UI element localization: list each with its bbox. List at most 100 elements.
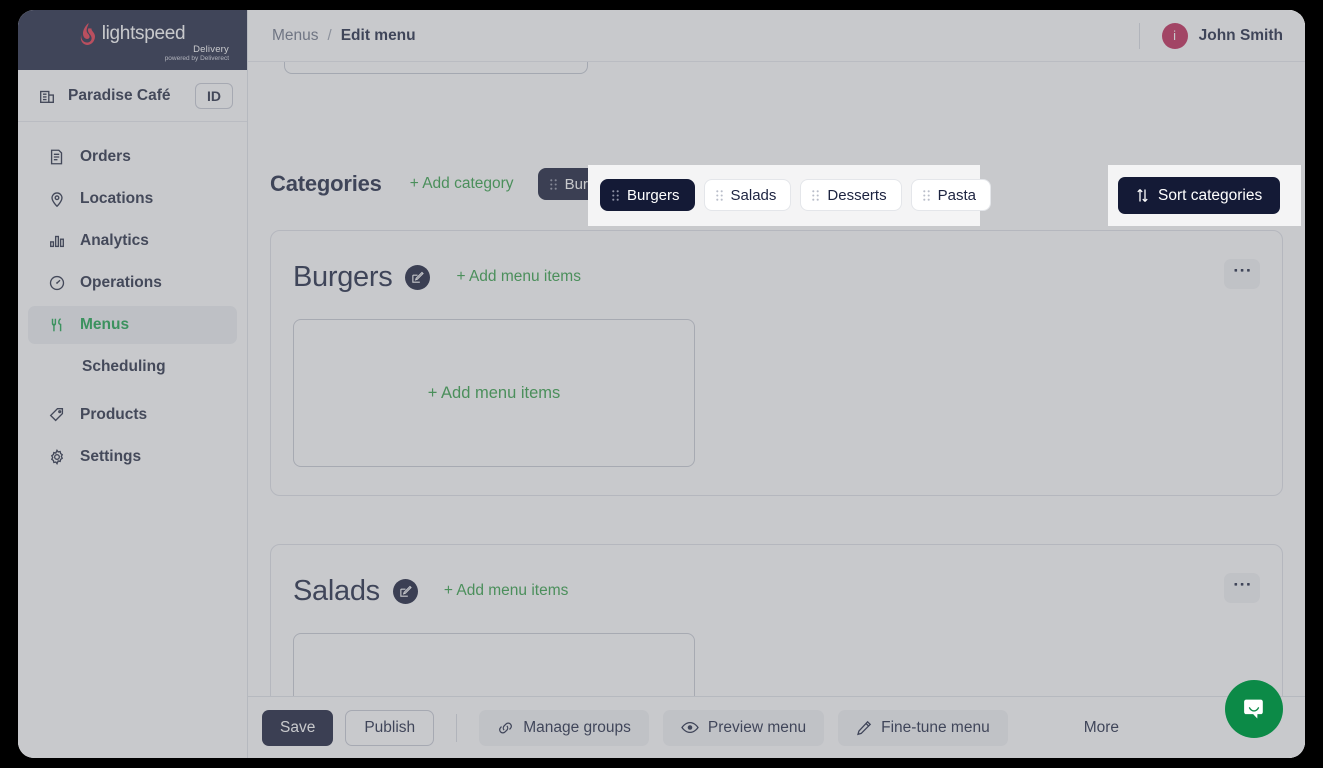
category-pill-salads-highlight[interactable]: Salads: [703, 179, 792, 211]
brand-tagline: powered by Deliverect: [164, 55, 229, 62]
edit-category-button[interactable]: [405, 264, 431, 290]
topbar-divider: [1138, 22, 1140, 49]
sidebar-item-locations[interactable]: Locations: [28, 180, 237, 218]
app-window: lightspeed Delivery powered by Deliverec…: [18, 10, 1305, 758]
ellipsis-icon: [1234, 583, 1250, 586]
category-pill-pasta-highlight[interactable]: Pasta: [910, 179, 991, 211]
category-pill-burgers-highlight[interactable]: Burgers: [600, 179, 695, 211]
breadcrumb-parent[interactable]: Menus: [272, 27, 319, 45]
sidebar-item-products[interactable]: Products: [28, 396, 237, 434]
chat-launcher-button[interactable]: [1225, 680, 1283, 738]
save-label: Save: [280, 718, 316, 736]
main-area: Menus / Edit menu i John Smith Categorie…: [248, 10, 1305, 758]
store-name: Paradise Café: [68, 86, 171, 104]
chat-bubble-icon: [1243, 699, 1263, 719]
bar-chart-icon: [50, 235, 64, 248]
drag-handle-icon[interactable]: [612, 189, 619, 201]
pencil-icon: [857, 720, 872, 735]
user-menu[interactable]: i John Smith: [1161, 22, 1283, 49]
sidebar-item-label: Analytics: [80, 232, 149, 249]
fine-tune-label: Fine-tune menu: [881, 718, 990, 736]
category-pill-desserts-highlight[interactable]: Desserts: [800, 179, 902, 211]
category-card-header: Burgers + Add menu items: [293, 257, 1260, 297]
add-category-button[interactable]: + Add category: [410, 175, 514, 193]
menu-items-dropzone[interactable]: + Add menu items: [293, 319, 695, 467]
category-pill-label: Desserts: [827, 186, 887, 204]
category-card-header: Salads + Add menu items: [293, 571, 1260, 611]
bottombar-divider: [456, 713, 458, 742]
category-pill-label: Burgers: [627, 186, 680, 204]
category-pill-label: Salads: [730, 186, 777, 204]
eye-icon: [681, 721, 699, 734]
drag-handle-icon[interactable]: [715, 189, 723, 201]
tag-icon: [49, 408, 64, 422]
sidebar-item-label: Settings: [80, 448, 142, 465]
save-button[interactable]: Save: [262, 709, 334, 746]
manage-groups-label: Manage groups: [523, 718, 631, 736]
sidebar-item-scheduling[interactable]: Scheduling: [28, 348, 237, 386]
scrolled-off-card: [284, 62, 588, 74]
sidebar-item-label: Products: [80, 406, 148, 423]
edit-pencil-icon: [400, 585, 412, 597]
drag-handle-icon[interactable]: [549, 178, 557, 190]
preview-menu-label: Preview menu: [707, 718, 807, 736]
sort-categories-label: Sort categories: [1158, 186, 1263, 204]
more-button[interactable]: More: [1066, 710, 1137, 746]
category-card-burgers: Burgers + Add menu items + Add menu item…: [270, 230, 1283, 496]
user-name: John Smith: [1198, 26, 1283, 44]
sidebar-item-analytics[interactable]: Analytics: [28, 222, 237, 260]
sidebar-item-label: Operations: [80, 274, 162, 291]
category-overflow-menu-button[interactable]: [1224, 573, 1260, 603]
gauge-icon: [49, 275, 65, 291]
spotlight-category-pills: Burgers Salads Desserts Pasta: [600, 179, 991, 211]
content-scroll-area: Categories + Add category Burgers Salads: [248, 62, 1305, 696]
sidebar-item-menus[interactable]: Menus: [28, 306, 237, 344]
store-id-badge[interactable]: ID: [195, 82, 233, 109]
page-title: Categories: [270, 171, 382, 196]
drag-handle-icon[interactable]: [922, 189, 930, 201]
brand-wordmark: lightspeed: [101, 23, 186, 44]
sidebar-item-label: Menus: [80, 316, 130, 333]
sort-categories-button-highlight[interactable]: Sort categories: [1118, 177, 1281, 214]
breadcrumb-current: Edit menu: [340, 26, 416, 44]
sort-updown-icon: [1137, 189, 1148, 202]
sidebar: lightspeed Delivery powered by Deliverec…: [18, 10, 248, 758]
edit-pencil-icon: [412, 271, 425, 283]
publish-label: Publish: [364, 718, 416, 736]
drag-handle-icon[interactable]: [812, 189, 820, 201]
bottom-action-bar: Save Publish Manage groups Preview menu: [248, 696, 1305, 758]
add-menu-items-link[interactable]: + Add menu items: [444, 582, 569, 600]
sidebar-item-operations[interactable]: Operations: [28, 264, 237, 302]
cutlery-icon: [51, 318, 62, 332]
gear-icon: [50, 448, 64, 466]
category-card-salads: Salads + Add menu items + Add menu items: [270, 544, 1283, 696]
storefront-icon: [40, 90, 54, 103]
more-label: More: [1083, 718, 1120, 736]
spotlight-sort-button-wrap: Sort categories: [1118, 177, 1281, 214]
sidebar-item-label: Orders: [80, 148, 131, 165]
sidebar-item-settings[interactable]: Settings: [28, 438, 237, 476]
dropzone-label: + Add menu items: [427, 383, 561, 402]
category-pill-label: Pasta: [937, 186, 976, 204]
publish-button[interactable]: Publish: [345, 709, 435, 746]
category-name: Salads: [293, 574, 380, 607]
edit-category-button[interactable]: [392, 578, 418, 604]
orders-icon: [50, 149, 63, 165]
brand-logo[interactable]: lightspeed Delivery powered by Deliverec…: [18, 10, 247, 70]
preview-menu-button[interactable]: Preview menu: [662, 709, 825, 746]
location-pin-icon: [51, 192, 63, 208]
lightspeed-flame-icon: [80, 23, 95, 45]
ellipsis-icon: [1234, 269, 1250, 272]
category-name: Burgers: [293, 260, 393, 293]
sidebar-item-orders[interactable]: Orders: [28, 138, 237, 176]
avatar: i: [1161, 22, 1188, 49]
manage-groups-button[interactable]: Manage groups: [479, 709, 649, 746]
category-overflow-menu-button[interactable]: [1224, 259, 1260, 289]
store-selector[interactable]: Paradise Café ID: [18, 70, 247, 122]
menu-items-dropzone[interactable]: + Add menu items: [293, 633, 695, 696]
breadcrumb-separator: /: [327, 27, 332, 44]
brand-product: Delivery: [193, 44, 229, 55]
link-icon: [499, 722, 513, 733]
add-menu-items-link[interactable]: + Add menu items: [456, 268, 581, 286]
fine-tune-menu-button[interactable]: Fine-tune menu: [838, 709, 1008, 746]
